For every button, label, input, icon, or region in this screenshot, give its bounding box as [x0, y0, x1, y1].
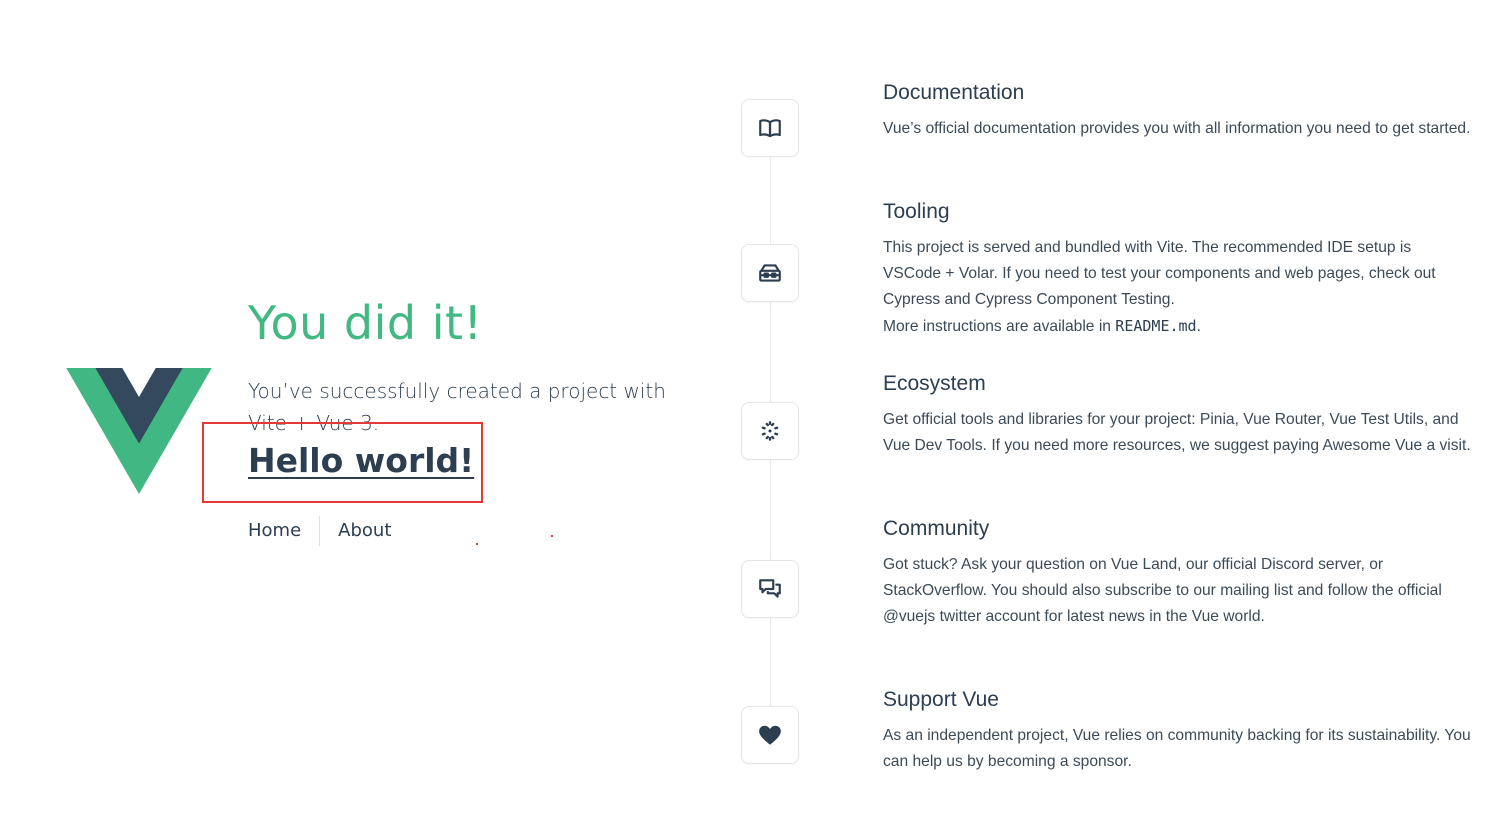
item-title: Ecosystem: [883, 372, 986, 395]
item-title: Documentation: [883, 81, 1025, 104]
documentation-icon-box: [741, 99, 799, 157]
item-text: Vue’s official documentation provides yo…: [883, 120, 1471, 137]
readme-prefix: More instructions are available in: [883, 318, 1116, 335]
nav-link-about[interactable]: About: [320, 516, 409, 546]
tooling-icon-box: [741, 244, 799, 302]
hello-world-link[interactable]: Hello world!: [248, 441, 474, 480]
item-text: As an independent project, Vue relies on…: [883, 727, 1471, 770]
item-ecosystem: Ecosystem Get official tools and librari…: [883, 371, 1473, 459]
ecosystem-icon-box: [741, 402, 799, 460]
main-nav: Home About: [248, 516, 409, 546]
item-tooling: Tooling This project is served and bundl…: [883, 199, 1473, 340]
vue-logo-icon: [66, 368, 212, 494]
page: You did it! You’ve successfully created …: [0, 0, 1500, 817]
item-title: Support Vue: [883, 688, 999, 711]
community-chat-icon: [759, 579, 781, 598]
nav-link-home[interactable]: Home: [248, 516, 319, 546]
hero-subtitle: You’ve successfully created a project wi…: [248, 379, 666, 435]
item-text: Got stuck? Ask your question on Vue Land…: [883, 556, 1442, 625]
red-marker: [476, 543, 478, 545]
item-title: Tooling: [883, 200, 950, 223]
support-heart-icon: [759, 725, 781, 745]
item-community: Community Got stuck? Ask your question o…: [883, 516, 1473, 630]
readme-code: README.md: [1115, 317, 1197, 335]
item-text: This project is served and bundled with …: [883, 239, 1436, 308]
item-title: Community: [883, 517, 990, 540]
ecosystem-icon: [761, 421, 779, 441]
red-marker: [551, 535, 553, 537]
documentation-book-icon: [759, 119, 781, 138]
community-icon-box: [741, 560, 799, 618]
item-text: Get official tools and libraries for you…: [883, 411, 1471, 454]
item-support: Support Vue As an independent project, V…: [883, 687, 1473, 775]
support-icon-box: [741, 706, 799, 764]
hero-title: You did it!: [248, 296, 483, 350]
item-text-readme: More instructions are available in READM…: [883, 313, 1473, 340]
tooling-toolbox-icon: [759, 264, 781, 282]
readme-suffix: .: [1196, 318, 1201, 335]
item-documentation: Documentation Vue’s official documentati…: [883, 80, 1473, 142]
